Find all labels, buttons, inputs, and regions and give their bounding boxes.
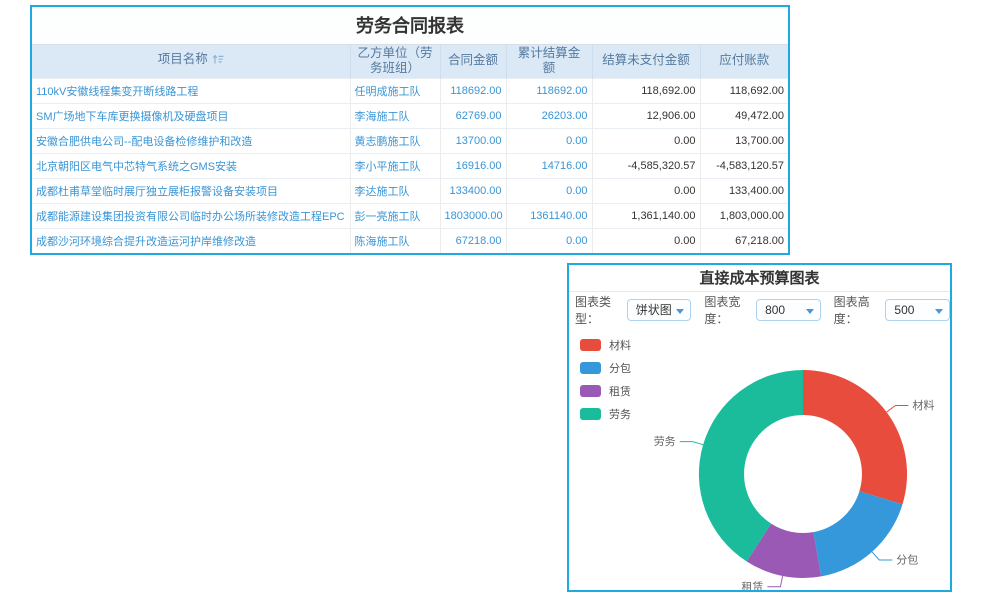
cell-settled: 118692.00 — [506, 78, 592, 103]
cell-settled: 0.00 — [506, 228, 592, 253]
cell-name[interactable]: 成都能源建设集团投资有限公司临时办公场所装修改造工程EPC — [32, 203, 350, 228]
table-row: SM广场地下车库更换摄像机及硬盘项目李海施工队62769.0026203.001… — [32, 103, 788, 128]
column-header-project-name[interactable]: 项目名称 — [32, 45, 350, 78]
donut-slice-2[interactable] — [813, 491, 902, 576]
legend-swatch — [580, 362, 601, 374]
column-header-settled-amount: 累计结算金额 — [506, 45, 592, 78]
cell-name[interactable]: 北京朝阳区电气中芯特气系统之GMS安装 — [32, 153, 350, 178]
chevron-down-icon — [676, 309, 684, 314]
table-row: 北京朝阳区电气中芯特气系统之GMS安装李小平施工队16916.0014716.0… — [32, 153, 788, 178]
cell-unit[interactable]: 任明成施工队 — [350, 78, 440, 103]
chart-type-control: 图表类型： 饼状图 — [575, 293, 691, 327]
table-row: 成都杜甫草堂临时展厅独立展柜报警设备安装项目李达施工队133400.000.00… — [32, 178, 788, 203]
chart-width-select[interactable]: 800 — [756, 299, 821, 321]
legend-item[interactable]: 材料 — [580, 337, 631, 353]
chart-height-control: 图表高度： 500 — [834, 293, 950, 327]
slice-label: 劳务 — [654, 435, 676, 448]
table-row: 110kV安徽线程集变开断线路工程任明成施工队118692.00118692.0… — [32, 78, 788, 103]
legend-swatch — [580, 339, 601, 351]
cell-unit[interactable]: 陈海施工队 — [350, 228, 440, 253]
cell-payable: -4,583,120.57 — [700, 153, 788, 178]
label-line — [872, 552, 892, 560]
cell-name[interactable]: 安徽合肥供电公司--配电设备检修维护和改造 — [32, 128, 350, 153]
slice-label: 分包 — [896, 554, 918, 567]
cell-settled: 1361140.00 — [506, 203, 592, 228]
chart-legend: 材料分包租赁劳务 — [580, 337, 631, 422]
cell-payable: 1,803,000.00 — [700, 203, 788, 228]
chevron-down-icon — [806, 309, 814, 314]
chart-width-label: 图表宽度： — [704, 293, 752, 327]
slice-label: 租赁 — [741, 579, 763, 590]
chart-height-select[interactable]: 500 — [885, 299, 950, 321]
chart-title: 直接成本预算图表 — [569, 265, 950, 292]
pie-chart-area: 材料分包租赁劳务 材料分包租赁劳务 — [569, 328, 950, 590]
cell-name[interactable]: 110kV安徽线程集变开断线路工程 — [32, 78, 350, 103]
labor-contract-table: 项目名称 乙方单位（劳务班组） 合同金额 累计结算金额 结算未支付金额 应付账款… — [32, 45, 788, 253]
legend-item[interactable]: 分包 — [580, 360, 631, 376]
cell-payable: 13,700.00 — [700, 128, 788, 153]
cell-payable: 133,400.00 — [700, 178, 788, 203]
chart-width-control: 图表宽度： 800 — [704, 293, 820, 327]
cell-contract: 118692.00 — [440, 78, 506, 103]
cell-contract: 133400.00 — [440, 178, 506, 203]
legend-item[interactable]: 劳务 — [580, 406, 631, 422]
cell-unpaid: -4,585,320.57 — [592, 153, 700, 178]
cell-contract: 13700.00 — [440, 128, 506, 153]
table-row: 安徽合肥供电公司--配电设备检修维护和改造黄志鹏施工队13700.000.000… — [32, 128, 788, 153]
cell-settled: 14716.00 — [506, 153, 592, 178]
legend-label: 劳务 — [609, 406, 631, 422]
legend-label: 租赁 — [609, 383, 631, 399]
cell-settled: 26203.00 — [506, 103, 592, 128]
cell-contract: 62769.00 — [440, 103, 506, 128]
cell-payable: 49,472.00 — [700, 103, 788, 128]
column-header-contract-amount: 合同金额 — [440, 45, 506, 78]
sort-icon[interactable] — [212, 53, 224, 70]
cell-unpaid: 0.00 — [592, 128, 700, 153]
cell-unit[interactable]: 李海施工队 — [350, 103, 440, 128]
direct-cost-chart-panel: 直接成本预算图表 图表类型： 饼状图 图表宽度： 800 图表高度： 500 材… — [567, 263, 952, 592]
legend-label: 材料 — [609, 337, 631, 353]
label-line — [887, 406, 909, 413]
table-header-row: 项目名称 乙方单位（劳务班组） 合同金额 累计结算金额 结算未支付金额 应付账款 — [32, 45, 788, 78]
legend-item[interactable]: 租赁 — [580, 383, 631, 399]
cell-settled: 0.00 — [506, 178, 592, 203]
column-header-unit: 乙方单位（劳务班组） — [350, 45, 440, 78]
label-line — [680, 442, 704, 445]
cell-unpaid: 0.00 — [592, 178, 700, 203]
cell-unit[interactable]: 李小平施工队 — [350, 153, 440, 178]
legend-swatch — [580, 385, 601, 397]
labor-contract-report-panel: 劳务合同报表 项目名称 乙方单位（劳务班组） 合同金额 累计结算金额 结算未支付… — [30, 5, 790, 255]
chart-type-label: 图表类型： — [575, 293, 623, 327]
cell-payable: 118,692.00 — [700, 78, 788, 103]
donut-slice-1[interactable] — [803, 370, 907, 504]
cell-contract: 1803000.00 — [440, 203, 506, 228]
chevron-down-icon — [935, 309, 943, 314]
cell-payable: 67,218.00 — [700, 228, 788, 253]
cell-contract: 16916.00 — [440, 153, 506, 178]
cell-contract: 67218.00 — [440, 228, 506, 253]
report-title: 劳务合同报表 — [32, 7, 788, 45]
label-line — [767, 576, 782, 587]
cell-unpaid: 1,361,140.00 — [592, 203, 700, 228]
slice-label: 材料 — [912, 398, 934, 412]
cell-unit[interactable]: 黄志鹏施工队 — [350, 128, 440, 153]
cell-unpaid: 118,692.00 — [592, 78, 700, 103]
chart-type-select[interactable]: 饼状图 — [627, 299, 692, 321]
cell-name[interactable]: 成都杜甫草堂临时展厅独立展柜报警设备安装项目 — [32, 178, 350, 203]
cell-unit[interactable]: 彭一亮施工队 — [350, 203, 440, 228]
chart-height-label: 图表高度： — [834, 293, 882, 327]
cell-unpaid: 12,906.00 — [592, 103, 700, 128]
cell-name[interactable]: SM广场地下车库更换摄像机及硬盘项目 — [32, 103, 350, 128]
legend-label: 分包 — [609, 360, 631, 376]
cell-settled: 0.00 — [506, 128, 592, 153]
legend-swatch — [580, 408, 601, 420]
cell-unit[interactable]: 李达施工队 — [350, 178, 440, 203]
table-row: 成都能源建设集团投资有限公司临时办公场所装修改造工程EPC彭一亮施工队18030… — [32, 203, 788, 228]
chart-controls: 图表类型： 饼状图 图表宽度： 800 图表高度： 500 — [569, 292, 950, 328]
column-header-unpaid-amount: 结算未支付金额 — [592, 45, 700, 78]
column-header-payable: 应付账款 — [700, 45, 788, 78]
cell-unpaid: 0.00 — [592, 228, 700, 253]
table-row: 成都沙河环境综合提升改造运河护岸维修改造陈海施工队67218.000.000.0… — [32, 228, 788, 253]
cell-name[interactable]: 成都沙河环境综合提升改造运河护岸维修改造 — [32, 228, 350, 253]
